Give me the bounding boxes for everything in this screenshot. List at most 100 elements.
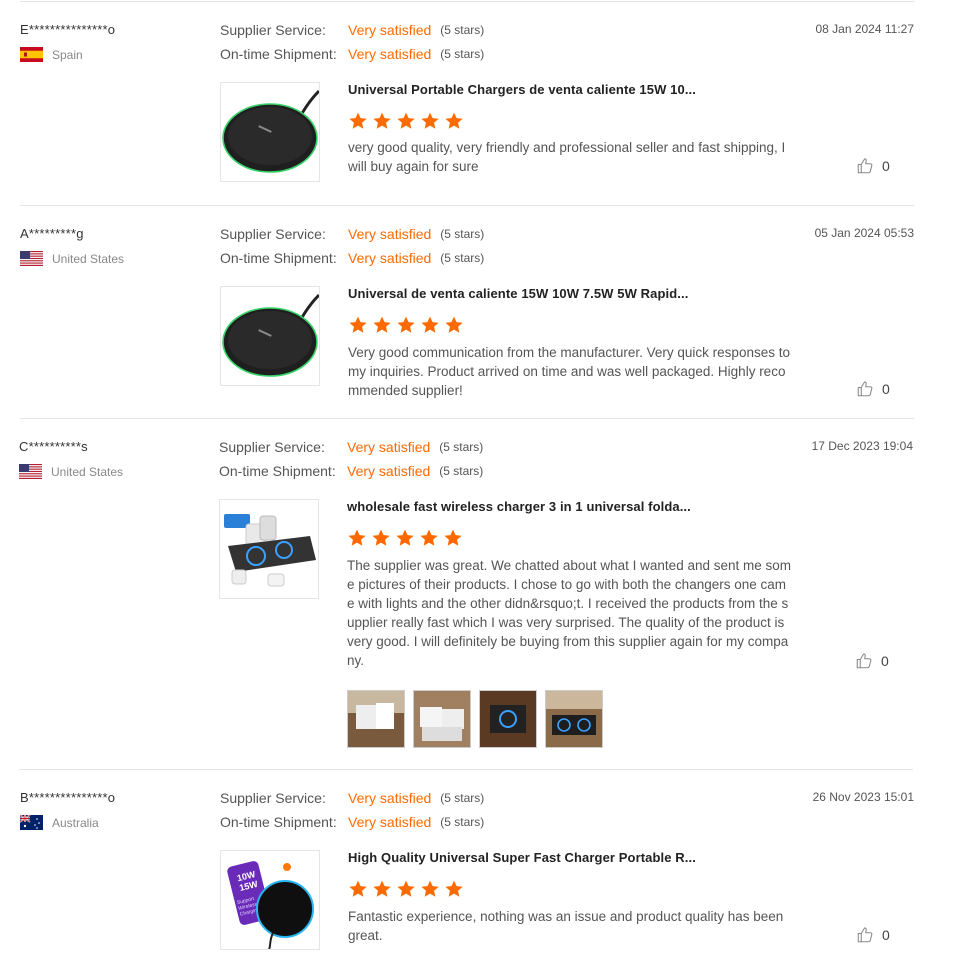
reviewer-name: E***************o [20, 22, 116, 37]
ontime-shipment-stars: (5 stars) [440, 47, 485, 61]
review-photo[interactable] [413, 690, 471, 748]
review-text: very good quality, very friendly and pro… [348, 140, 786, 174]
product-title-link[interactable]: High Quality Universal Super Fast Charge… [348, 850, 696, 865]
ontime-shipment-value: Very satisfied [348, 814, 432, 830]
reviewer-name: B***************o [20, 790, 116, 805]
australia-flag-icon [20, 815, 43, 830]
review-date: 26 Nov 2023 15:01 [812, 790, 914, 804]
reviewer-country: Spain [20, 47, 83, 62]
product-title-link[interactable]: Universal de venta caliente 15W 10W 7.5W… [348, 286, 688, 301]
star-icon [348, 315, 368, 335]
thumbs-up-icon [856, 380, 874, 398]
ontime-shipment-value: Very satisfied [348, 46, 432, 62]
star-icon [371, 528, 391, 548]
top-divider [20, 1, 914, 2]
star-icon [420, 315, 440, 335]
review-card: B***************o Australia Supplier Ser… [20, 790, 914, 960]
supplier-service-value: Very satisfied [348, 226, 432, 242]
ontime-shipment-rating: On-time Shipment: Very satisfied (5 star… [219, 463, 483, 479]
reviewer-country: United States [20, 251, 124, 266]
reviewer-name: C**********s [19, 439, 88, 454]
supplier-service-label: Supplier Service: [220, 226, 326, 242]
star-icon [420, 879, 440, 899]
review-photo[interactable] [545, 690, 603, 748]
product-title-link[interactable]: wholesale fast wireless charger 3 in 1 u… [347, 499, 691, 514]
ontime-shipment-label: On-time Shipment: [220, 46, 337, 62]
star-icon [348, 111, 368, 131]
star-icon [372, 315, 392, 335]
country-name: United States [52, 251, 125, 266]
wireless-charger-image [221, 287, 319, 385]
ontime-shipment-label: On-time Shipment: [219, 463, 336, 479]
star-icon [444, 111, 464, 131]
star-icon [396, 879, 416, 899]
supplier-service-stars: (5 stars) [439, 440, 484, 454]
product-thumbnail[interactable] [220, 286, 320, 386]
wireless-charger-image [221, 83, 319, 181]
product-title-link[interactable]: Universal Portable Chargers de venta cal… [348, 82, 696, 97]
star-icon [444, 315, 464, 335]
boxes-photo [414, 691, 470, 747]
thumbs-up-icon [856, 157, 874, 175]
star-icon [372, 879, 392, 899]
review-card: E***************o Spain Supplier Service… [20, 22, 914, 206]
like-button[interactable]: 0 [856, 926, 890, 944]
supplier-service-stars: (5 stars) [440, 23, 485, 37]
star-icon [372, 111, 392, 131]
supplier-service-rating: Supplier Service: Very satisfied (5 star… [219, 439, 483, 455]
review-divider [20, 205, 914, 206]
fast-charger-image: 10W 15W Support Wireless Charging [221, 851, 319, 949]
star-icon [347, 528, 367, 548]
star-rating [348, 315, 464, 335]
star-icon [443, 528, 463, 548]
supplier-service-rating: Supplier Service: Very satisfied (5 star… [220, 226, 484, 242]
ontime-shipment-rating: On-time Shipment: Very satisfied (5 star… [220, 250, 484, 266]
spain-flag-icon [20, 47, 43, 62]
star-icon [419, 528, 439, 548]
supplier-service-value: Very satisfied [348, 22, 432, 38]
ontime-shipment-rating: On-time Shipment: Very satisfied (5 star… [220, 814, 484, 830]
supplier-service-label: Supplier Service: [220, 22, 326, 38]
product-thumbnail[interactable]: 10W 15W Support Wireless Charging [220, 850, 320, 950]
review-text: Very good communication from the manufac… [348, 345, 790, 398]
supplier-service-rating: Supplier Service: Very satisfied (5 star… [220, 790, 484, 806]
reviewer-name: A*********g [20, 226, 84, 241]
thumbs-up-icon [856, 926, 874, 944]
review-card: A*********g United States Supplier Servi… [20, 226, 914, 419]
charger-photo [480, 691, 536, 747]
review-photo[interactable] [479, 690, 537, 748]
review-text: The supplier was great. We chatted about… [347, 558, 791, 668]
review-photos [347, 690, 603, 748]
country-name: Spain [52, 47, 83, 62]
star-icon [396, 315, 416, 335]
like-button[interactable]: 0 [855, 652, 889, 670]
review-card: C**********s United States Supplier Serv… [19, 439, 913, 770]
review-photo[interactable] [347, 690, 405, 748]
like-button[interactable]: 0 [856, 380, 890, 398]
star-rating [348, 111, 464, 131]
star-icon [420, 111, 440, 131]
like-count: 0 [882, 158, 890, 174]
ontime-shipment-label: On-time Shipment: [220, 814, 337, 830]
star-icon [444, 879, 464, 899]
supplier-service-stars: (5 stars) [440, 791, 485, 805]
supplier-service-label: Supplier Service: [219, 439, 325, 455]
foldable-charger-image [220, 500, 318, 598]
charger-photo [546, 691, 602, 747]
star-icon [396, 111, 416, 131]
product-thumbnail[interactable] [220, 82, 320, 182]
usa-flag-icon [20, 251, 43, 266]
review-divider [20, 418, 914, 419]
like-button[interactable]: 0 [856, 157, 890, 175]
ontime-shipment-value: Very satisfied [347, 463, 431, 479]
thumbs-up-icon [855, 652, 873, 670]
supplier-service-value: Very satisfied [348, 790, 432, 806]
product-thumbnail[interactable] [219, 499, 319, 599]
star-icon [395, 528, 415, 548]
ontime-shipment-stars: (5 stars) [439, 464, 484, 478]
review-text: Fantastic experience, nothing was an iss… [348, 909, 784, 943]
supplier-service-rating: Supplier Service: Very satisfied (5 star… [220, 22, 484, 38]
ontime-shipment-stars: (5 stars) [440, 251, 485, 265]
star-rating [348, 879, 464, 899]
supplier-service-label: Supplier Service: [220, 790, 326, 806]
